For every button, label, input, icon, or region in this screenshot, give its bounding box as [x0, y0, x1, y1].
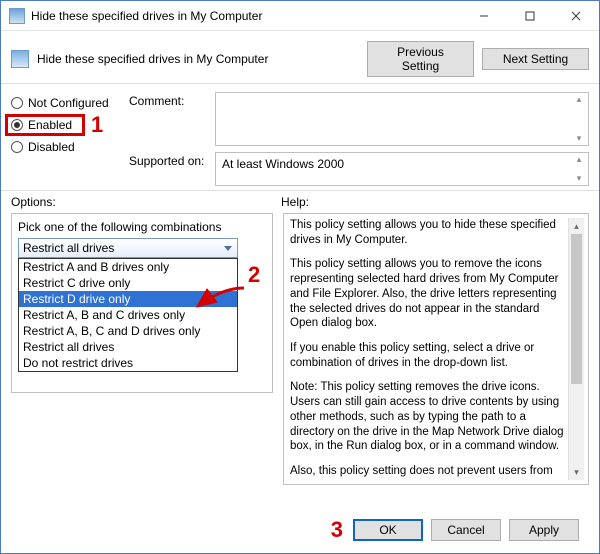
maximize-button[interactable]: [507, 1, 553, 31]
titlebar: Hide these specified drives in My Comput…: [1, 1, 599, 31]
state-radio-group: Not Configured Enabled 1 Disabled: [11, 92, 129, 186]
lower-area: Options: Help: Pick one of the following…: [1, 191, 599, 553]
help-paragraph: This policy setting allows you to remove…: [290, 257, 564, 331]
drive-combo[interactable]: Restrict all drives: [18, 238, 238, 258]
annotation-number-1: 1: [91, 112, 103, 138]
combo-option[interactable]: Do not restrict drives: [19, 355, 237, 371]
annotation-arrow-2: [192, 286, 248, 314]
dialog-window: Hide these specified drives in My Comput…: [0, 0, 600, 554]
help-paragraph: Also, this policy setting does not preve…: [290, 464, 564, 480]
scroll-arrows: ▴▾: [572, 155, 586, 183]
lower-body: Pick one of the following combinations R…: [11, 213, 589, 507]
options-caption: Pick one of the following combinations: [18, 220, 266, 234]
combo-option[interactable]: Restrict A, B, C and D drives only: [19, 323, 237, 339]
help-panel: This policy setting allows you to hide t…: [283, 213, 589, 485]
radio-icon: [11, 97, 23, 109]
radio-label: Enabled: [28, 118, 72, 132]
form-column: Comment: ▴▾ Supported on: At least Windo…: [129, 92, 589, 186]
scroll-thumb[interactable]: [571, 234, 582, 384]
combo-option[interactable]: Restrict all drives: [19, 339, 237, 355]
dialog-button-bar: 3 OK Cancel Apply: [11, 507, 589, 553]
radio-label: Disabled: [28, 140, 75, 154]
radio-label: Not Configured: [28, 96, 109, 110]
apply-button[interactable]: Apply: [509, 519, 579, 541]
options-label: Options:: [11, 195, 281, 209]
scroll-arrows: ▴▾: [572, 95, 586, 143]
options-panel: Pick one of the following combinations R…: [11, 213, 273, 393]
drive-combo-dropdown[interactable]: Restrict A and B drives onlyRestrict C d…: [18, 258, 238, 372]
next-setting-button[interactable]: Next Setting: [482, 48, 589, 70]
radio-disabled[interactable]: Disabled: [11, 140, 129, 154]
minimize-button[interactable]: [461, 1, 507, 31]
supported-on-box: At least Windows 2000 ▴▾: [215, 152, 589, 186]
help-paragraph: This policy setting allows you to hide t…: [290, 218, 564, 247]
policy-icon: [11, 50, 29, 68]
supported-on-label: Supported on:: [129, 152, 207, 168]
help-label: Help:: [281, 195, 309, 209]
scroll-track[interactable]: [569, 234, 584, 464]
ok-button[interactable]: OK: [353, 519, 423, 541]
help-text: This policy setting allows you to hide t…: [290, 218, 568, 480]
config-area: Not Configured Enabled 1 Disabled Commen…: [1, 84, 599, 191]
lower-labels: Options: Help:: [11, 195, 589, 209]
previous-setting-button[interactable]: Previous Setting: [367, 41, 474, 77]
help-paragraph: If you enable this policy setting, selec…: [290, 341, 564, 370]
radio-enabled[interactable]: Enabled 1: [11, 118, 129, 132]
close-button[interactable]: [553, 1, 599, 31]
comment-label: Comment:: [129, 92, 207, 108]
radio-icon: [11, 119, 23, 131]
app-icon: [9, 8, 25, 24]
scroll-up-icon[interactable]: ▴: [569, 218, 584, 234]
radio-icon: [11, 141, 23, 153]
scroll-down-icon[interactable]: ▾: [569, 464, 584, 480]
help-scrollbar[interactable]: ▴ ▾: [568, 218, 584, 480]
combo-value: Restrict all drives: [23, 241, 114, 255]
policy-title: Hide these specified drives in My Comput…: [37, 52, 359, 66]
help-paragraph: Note: This policy setting removes the dr…: [290, 380, 564, 454]
supported-on-value: At least Windows 2000: [222, 157, 344, 171]
window-title: Hide these specified drives in My Comput…: [31, 9, 461, 23]
comment-textarea[interactable]: ▴▾: [215, 92, 589, 146]
chevron-down-icon: [222, 241, 234, 258]
cancel-button[interactable]: Cancel: [431, 519, 501, 541]
header-row: Hide these specified drives in My Comput…: [1, 31, 599, 84]
combo-option[interactable]: Restrict A and B drives only: [19, 259, 237, 275]
annotation-number-2: 2: [248, 262, 260, 288]
annotation-number-3: 3: [331, 517, 343, 543]
radio-not-configured[interactable]: Not Configured: [11, 96, 129, 110]
